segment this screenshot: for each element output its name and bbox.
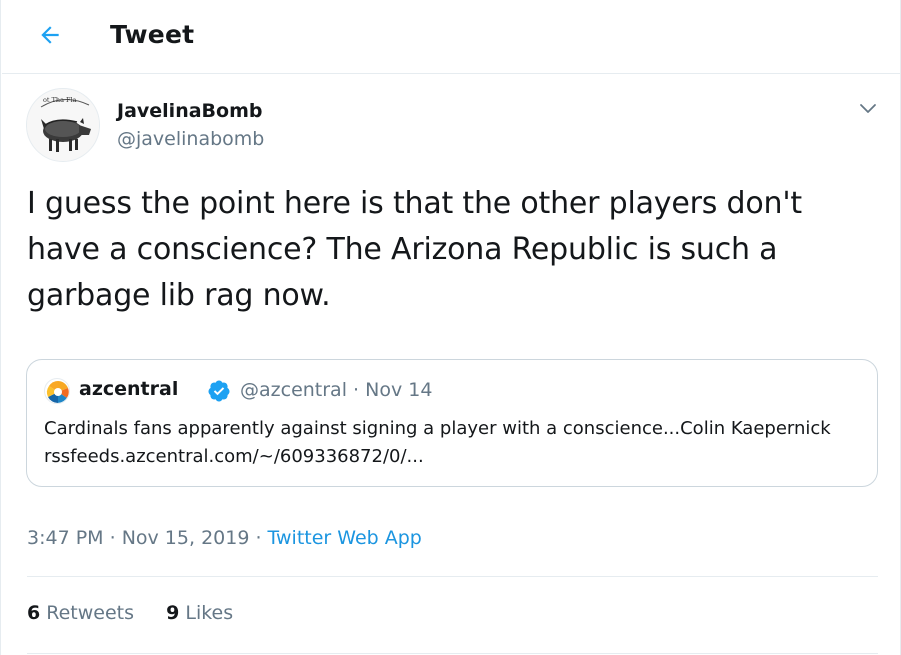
meta-separator: · [249, 527, 268, 549]
javelina-illustration: ot Tha Fla [27, 89, 99, 161]
quoted-tweet-text: Cardinals fans apparently against signin… [44, 418, 831, 467]
page-header: Tweet [2, 0, 901, 74]
divider [27, 653, 878, 654]
verified-badge-icon [207, 379, 231, 403]
retweets-count: 6 [27, 602, 41, 624]
quoted-tweet-meta: @azcentral · Nov 14 [240, 379, 432, 401]
quoted-tweet-date: Nov 14 [365, 379, 433, 401]
tweet-page: Tweet ot Tha Fla JavelinaBomb @javelinab… [0, 0, 901, 655]
likes-count: 9 [166, 602, 180, 624]
meta-separator: · [103, 527, 122, 549]
tweet-date[interactable]: Nov 15, 2019 [122, 527, 250, 549]
avatar-caption: ot Tha Fla [43, 96, 77, 104]
azcentral-logo-icon [46, 380, 69, 403]
quoted-author-avatar [44, 378, 70, 404]
author-handle[interactable]: @javelinabomb [117, 128, 264, 150]
back-button[interactable] [28, 15, 72, 59]
divider [27, 576, 878, 577]
tweet-timestamp-row: 3:47 PM · Nov 15, 2019 · Twitter Web App [27, 527, 422, 549]
author-name[interactable]: JavelinaBomb [117, 100, 262, 122]
author-avatar[interactable]: ot Tha Fla [26, 88, 100, 162]
source-app-link[interactable]: Twitter Web App [268, 527, 422, 549]
quoted-author-handle: @azcentral [240, 379, 347, 401]
quoted-tweet-card[interactable]: azcentral @azcentral · Nov 14 Cardinals … [26, 359, 878, 487]
likes-stat[interactable]: 9 Likes [166, 602, 233, 624]
more-options-button[interactable] [851, 94, 885, 124]
meta-separator: · [346, 379, 366, 401]
retweets-stat[interactable]: 6 Retweets [27, 602, 134, 624]
retweets-label: Retweets [40, 602, 135, 624]
engagement-stats: 6 Retweets 9 Likes [27, 602, 259, 624]
likes-label: Likes [179, 602, 234, 624]
chevron-down-icon [859, 100, 877, 119]
arrow-left-icon [37, 22, 63, 52]
quoted-author-name: azcentral [79, 378, 179, 400]
tweet-time[interactable]: 3:47 PM [27, 527, 104, 549]
tweet-text: I guess the point here is that the other… [27, 186, 802, 313]
page-title: Tweet [110, 20, 195, 49]
